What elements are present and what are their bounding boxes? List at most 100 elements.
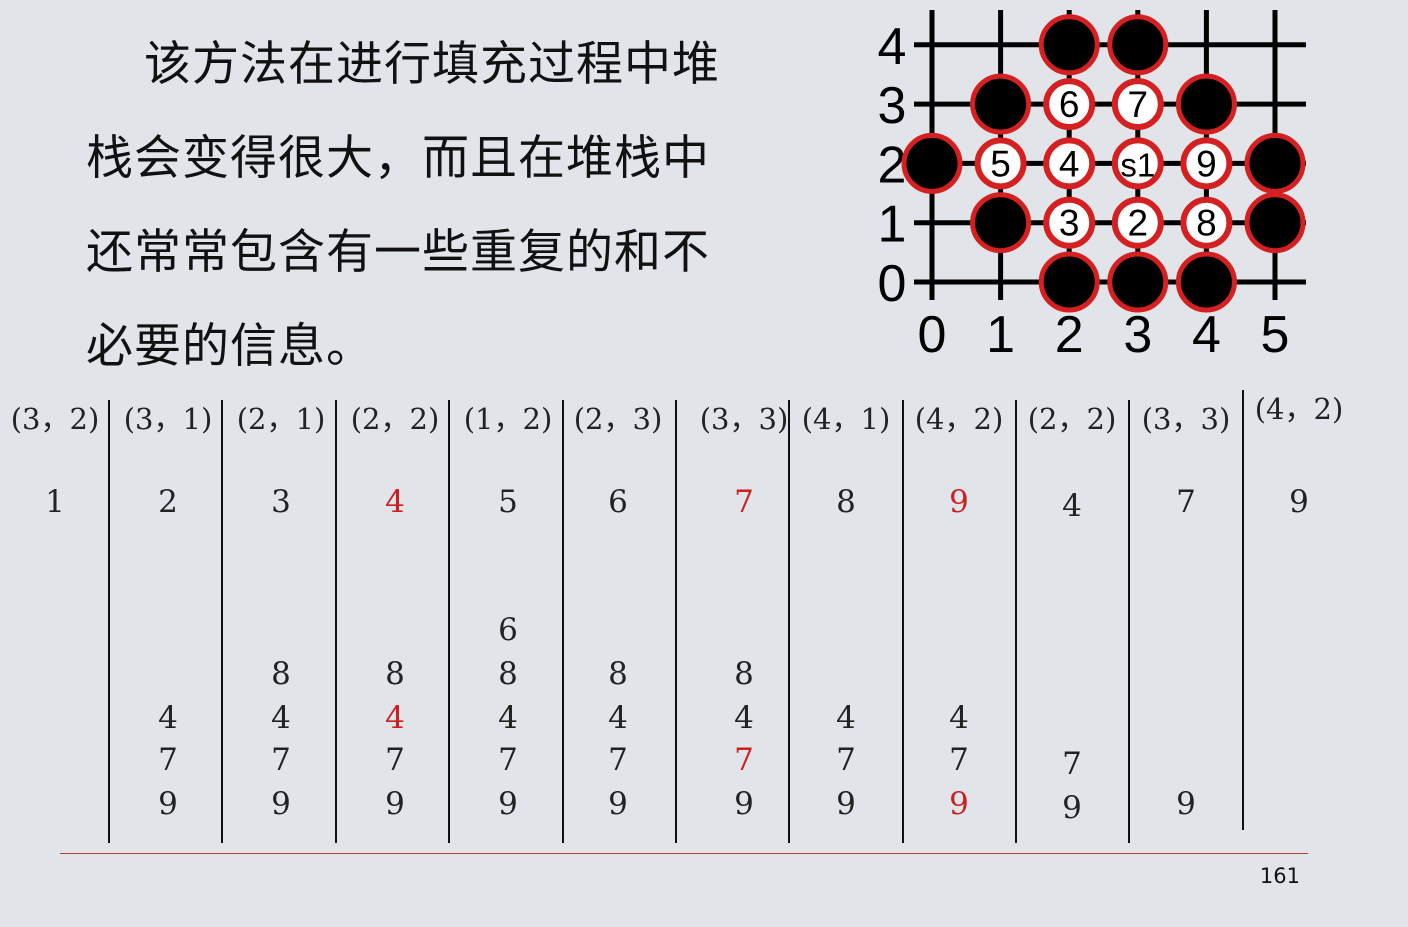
column-divider [335, 400, 337, 843]
x-tick-label: 5 [1261, 306, 1290, 364]
column-coordinate: (4，2) [914, 402, 1004, 436]
seed-pixel-label: 4 [1059, 143, 1080, 184]
stack-entry: 9 [1062, 790, 1082, 826]
popped-pixel-number: 4 [385, 484, 405, 520]
column-divider [675, 400, 677, 843]
stack-entry: 7 [158, 742, 178, 778]
stack-entry: 7 [949, 742, 969, 778]
x-tick-label: 3 [1123, 306, 1152, 364]
column-coordinate: (3，3) [1141, 402, 1231, 436]
stack-entry: 4 [158, 700, 178, 736]
stack-entry: 7 [271, 742, 291, 778]
stack-entry: 8 [734, 656, 754, 692]
boundary-pixel [1244, 192, 1306, 254]
stack-entry: 9 [158, 786, 178, 822]
seed-pixel-label: 9 [1196, 143, 1217, 184]
stack-entry: 6 [498, 612, 518, 648]
stack-entry: 9 [949, 786, 969, 822]
seed-pixel-label: 8 [1196, 203, 1217, 244]
seed-pixel-label: 5 [990, 143, 1011, 184]
boundary-pixel [1038, 14, 1100, 76]
column-coordinate: (2，3) [573, 402, 663, 436]
stack-entry: 7 [385, 742, 405, 778]
boundary-pixel [970, 192, 1032, 254]
column-coordinate: (3，3) [699, 402, 789, 436]
column-divider [902, 400, 904, 843]
stack-entry: 7 [836, 742, 856, 778]
boundary-pixel [1175, 73, 1237, 135]
stack-entry: 9 [498, 786, 518, 822]
paragraph-line-1: 该方法在进行填充过程中堆 [144, 37, 720, 92]
stack-entry: 9 [385, 786, 405, 822]
boundary-pixel [970, 73, 1032, 135]
stack-entry: 7 [1062, 746, 1082, 782]
seed-pixel-label: 7 [1128, 84, 1149, 125]
seed-pixel-label: s1 [1120, 146, 1155, 183]
column-coordinate: (3，1) [123, 402, 213, 436]
seed-pixel-label: 2 [1128, 203, 1149, 244]
column-coordinate: (3，2) [10, 402, 100, 436]
stack-entry: 7 [498, 742, 518, 778]
boundary-pixel [1107, 14, 1169, 76]
stack-entry: 4 [949, 700, 969, 736]
column-divider [562, 400, 564, 843]
boundary-pixel [901, 132, 963, 194]
stack-entry: 4 [385, 700, 405, 736]
column-coordinate: (1，2) [463, 402, 553, 436]
stack-entry: 7 [734, 742, 754, 778]
y-tick-label: 1 [878, 196, 907, 254]
x-tick-label: 2 [1055, 306, 1084, 364]
popped-pixel-number: 5 [498, 484, 518, 520]
column-coordinate: (2，1) [236, 402, 326, 436]
stack-entry: 4 [836, 700, 856, 736]
stack-entry: 9 [271, 786, 291, 822]
page-number: 161 [1259, 864, 1300, 888]
column-coordinate: (2，2) [350, 402, 440, 436]
column-divider [1128, 400, 1130, 843]
y-tick-label: 4 [878, 18, 907, 76]
column-divider [108, 400, 110, 843]
column-coordinate: (4，2) [1254, 392, 1344, 426]
popped-pixel-number: 4 [1062, 488, 1082, 524]
description-paragraph: 该方法在进行填充过程中堆 栈会变得很大，而且在堆栈中 还常常包含有一些重复的和不… [86, 18, 786, 394]
x-tick-label: 1 [986, 306, 1015, 364]
popped-pixel-number: 9 [949, 484, 969, 520]
x-tick-label: 4 [1192, 306, 1221, 364]
column-coordinate: (2，2) [1027, 402, 1117, 436]
column-divider [448, 400, 450, 843]
boundary-pixel [1107, 251, 1169, 313]
popped-pixel-number: 8 [836, 484, 856, 520]
popped-pixel-number: 1 [45, 484, 65, 520]
stack-entry: 8 [271, 656, 291, 692]
seed-pixel-label: 6 [1059, 84, 1080, 125]
pixel-grid-figure: 0 1 2 3 4 5012346 75 4 s1 93 2 8 [878, 10, 1306, 364]
seed-pixel-label: 3 [1059, 203, 1080, 244]
stack-entry: 4 [271, 700, 291, 736]
y-tick-label: 0 [878, 255, 907, 313]
stack-entry: 4 [498, 700, 518, 736]
stack-entry: 7 [608, 742, 628, 778]
stack-entry: 9 [1176, 786, 1196, 822]
bottom-rule [60, 853, 1308, 854]
stack-entry: 9 [608, 786, 628, 822]
popped-pixel-number: 6 [608, 484, 628, 520]
stack-entry: 9 [734, 786, 754, 822]
stack-entry: 8 [498, 656, 518, 692]
popped-pixel-number: 7 [734, 484, 754, 520]
stack-entry: 4 [734, 700, 754, 736]
y-tick-label: 3 [878, 77, 907, 135]
popped-pixel-number: 3 [271, 484, 291, 520]
popped-pixel-number: 2 [158, 484, 178, 520]
column-coordinate: (4，1) [801, 402, 891, 436]
paragraph-line-4: 必要的信息。 [86, 319, 374, 374]
stack-entry: 8 [608, 656, 628, 692]
popped-pixel-number: 9 [1289, 484, 1309, 520]
popped-pixel-number: 7 [1176, 484, 1196, 520]
stack-entry: 4 [608, 700, 628, 736]
boundary-pixel [1038, 251, 1100, 313]
stack-entry: 9 [836, 786, 856, 822]
paragraph-line-3: 还常常包含有一些重复的和不 [86, 225, 710, 280]
column-divider [1015, 400, 1017, 843]
boundary-pixel [1175, 251, 1237, 313]
stack-entry: 8 [385, 656, 405, 692]
